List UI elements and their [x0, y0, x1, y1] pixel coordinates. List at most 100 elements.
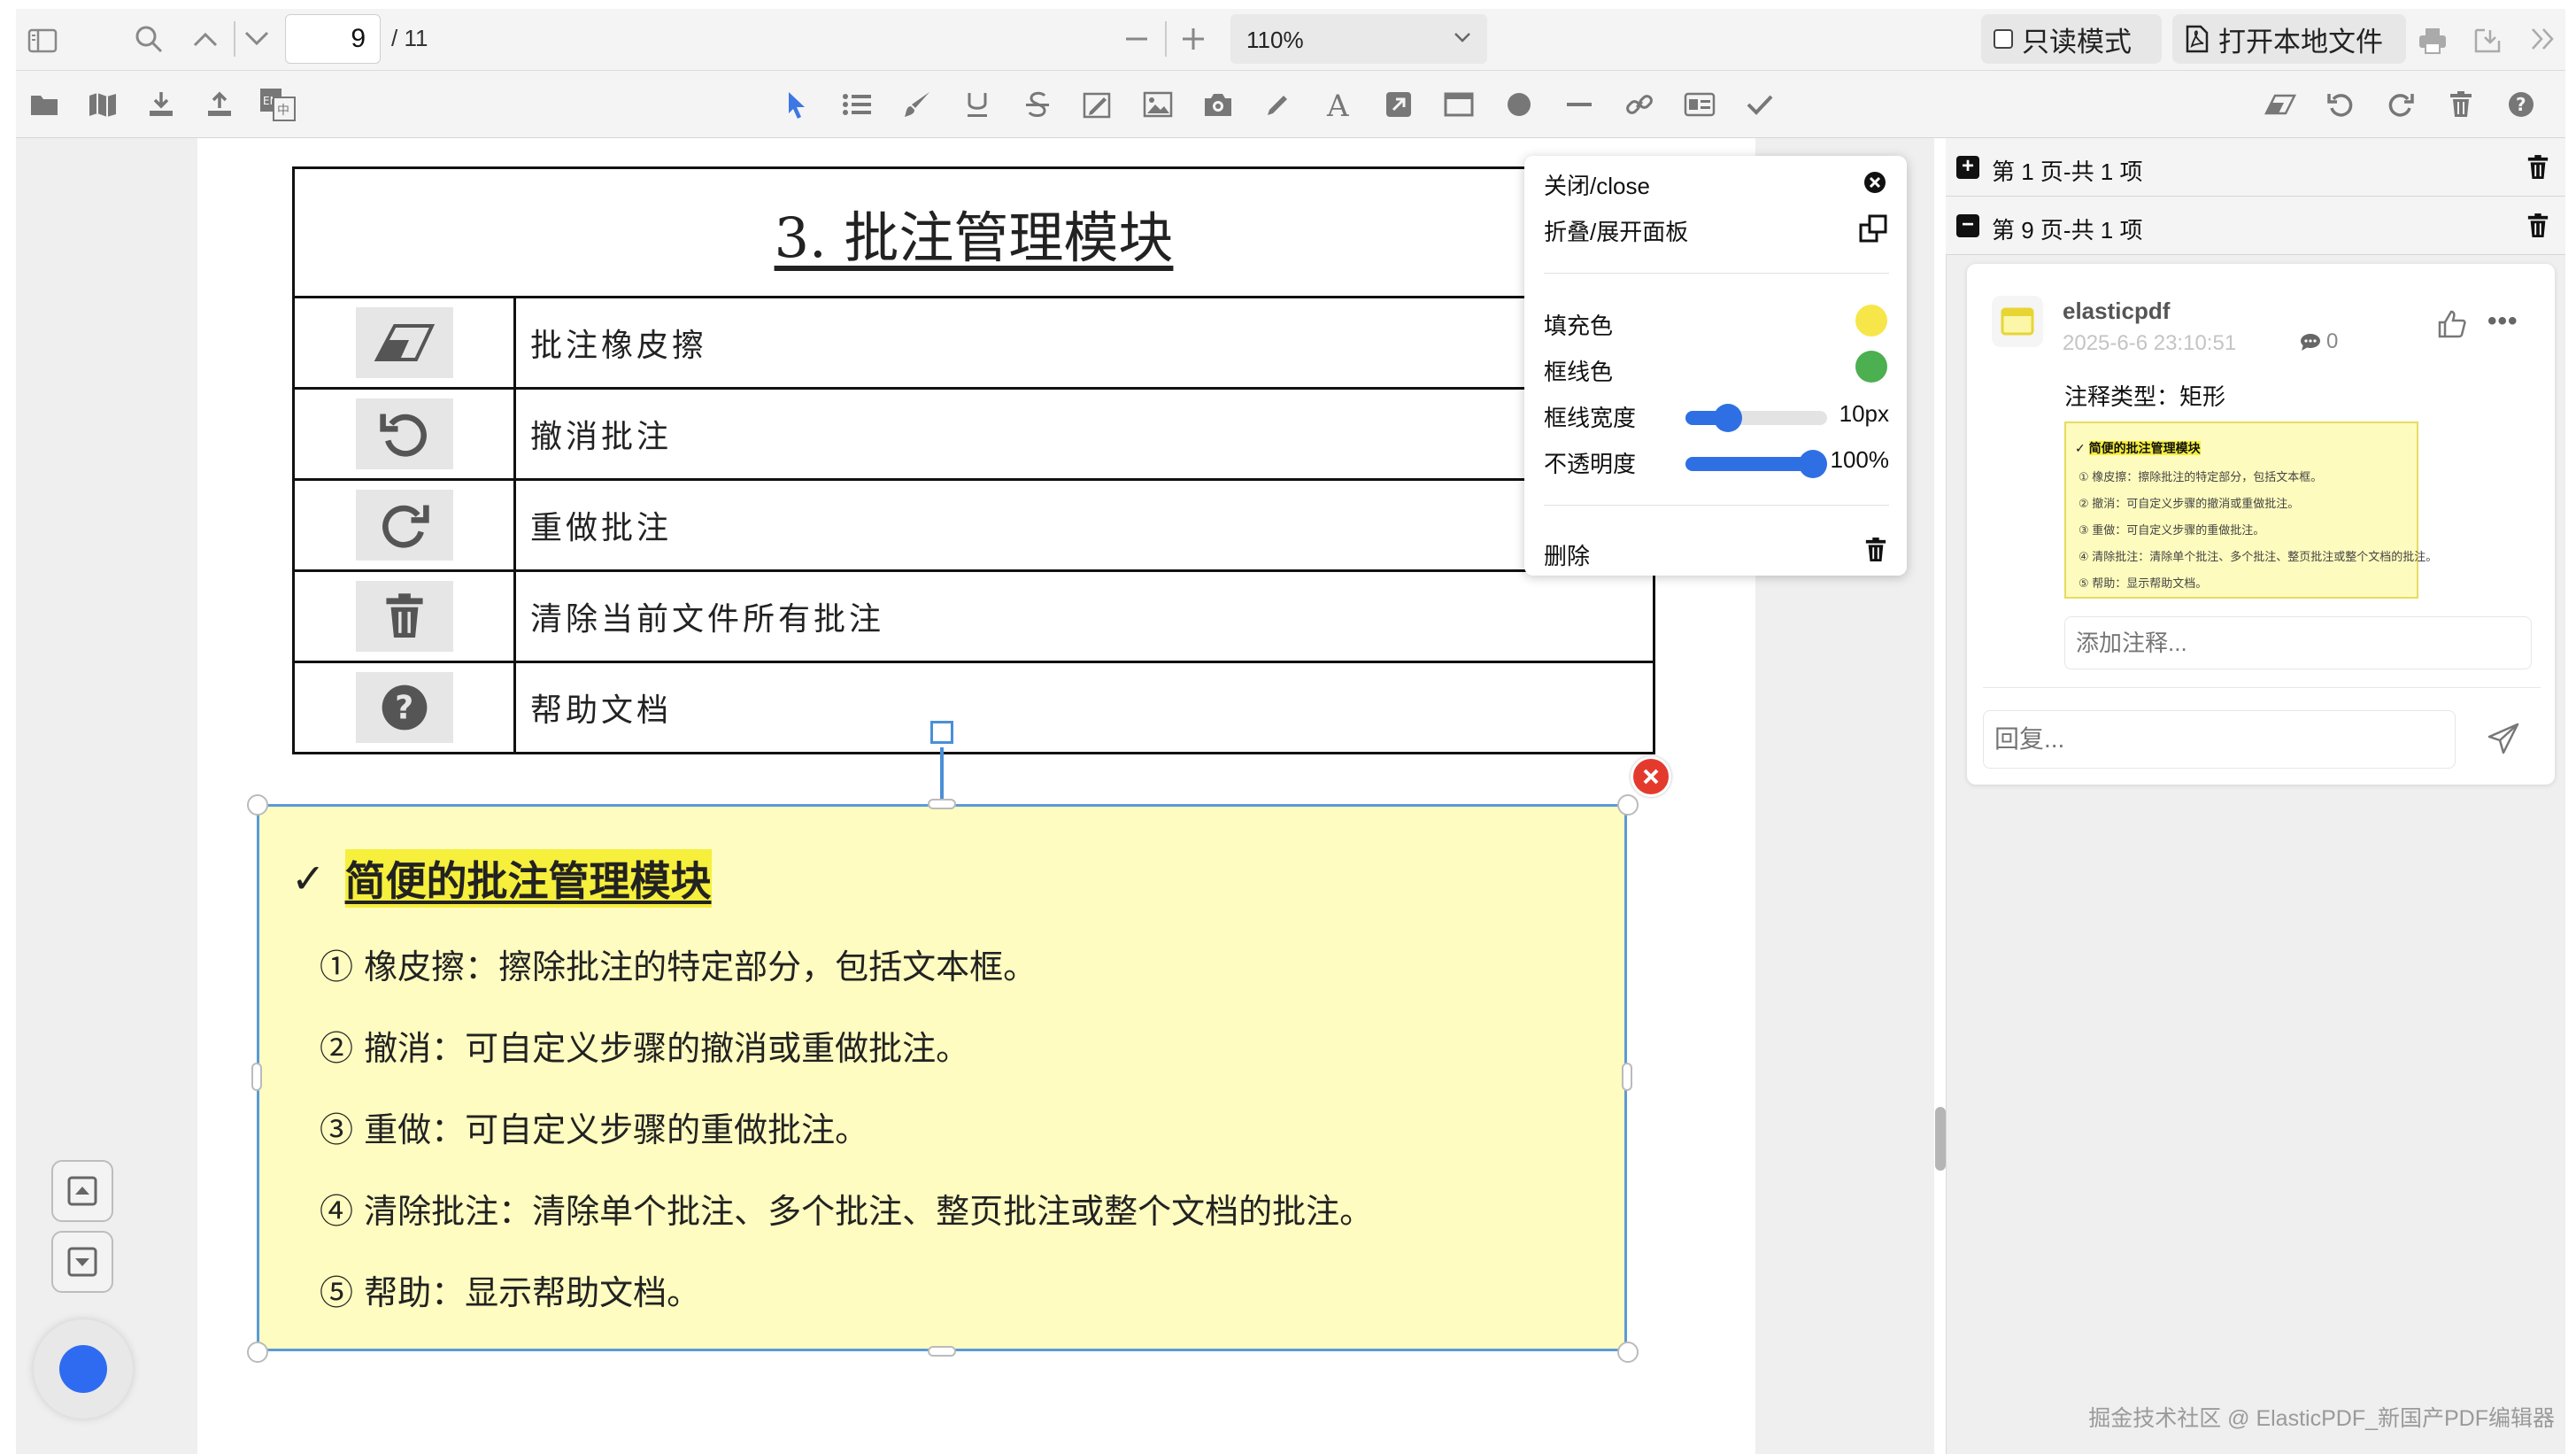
open-local-file-button[interactable]: 打开本地文件: [2172, 14, 2406, 64]
cursor-select-icon[interactable]: [777, 85, 816, 124]
pencil-icon[interactable]: [1259, 85, 1298, 124]
fill-color-swatch[interactable]: [1855, 305, 1887, 336]
circle-icon[interactable]: [1500, 85, 1539, 124]
annotation-properties-popup: 关闭/close 折叠/展开面板 填充色 框线色 框线宽度 10px 不透明度 …: [1524, 156, 1907, 576]
line-icon[interactable]: [1560, 85, 1599, 124]
open-local-label: 打开本地文件: [2218, 26, 2383, 58]
svg-text:?: ?: [2516, 94, 2526, 115]
slider-knob[interactable]: [1714, 404, 1742, 432]
image-icon[interactable]: [1138, 85, 1177, 124]
translate-icon[interactable]: EN 中: [258, 85, 297, 124]
add-note-input[interactable]: [2064, 616, 2532, 669]
popup-divider: [1544, 505, 1889, 506]
scroll-down-button[interactable]: [51, 1231, 113, 1293]
opacity-slider[interactable]: [1685, 450, 1827, 478]
brush-icon[interactable]: [898, 85, 937, 124]
expand-icon[interactable]: +: [1956, 156, 1979, 179]
download-tray-icon[interactable]: [142, 85, 181, 124]
underline-icon[interactable]: [958, 85, 997, 124]
download-icon[interactable]: [2468, 21, 2507, 60]
check-mark: ✓: [291, 855, 326, 902]
eraser-icon[interactable]: [2261, 85, 2300, 124]
search-icon[interactable]: [131, 21, 166, 57]
row-label: 重做批注: [513, 478, 1655, 572]
signature-icon[interactable]: [1078, 85, 1117, 124]
print-icon[interactable]: [2413, 21, 2452, 60]
pdf-file-icon: [2186, 25, 2209, 53]
collapse-panel-icon[interactable]: [1859, 214, 1887, 243]
resize-handle-left[interactable]: [251, 1063, 262, 1091]
toolbar-divider: [1165, 21, 1167, 57]
camera-icon[interactable]: [1199, 85, 1238, 124]
resize-handle-top-right[interactable]: [1617, 794, 1639, 816]
zoom-select[interactable]: 110%: [1230, 14, 1487, 64]
strikethrough-icon[interactable]: [1018, 85, 1057, 124]
delete-label[interactable]: 删除: [1544, 538, 1590, 571]
reply-input[interactable]: [1983, 710, 2456, 769]
collapse-icon[interactable]: −: [1956, 214, 1979, 237]
more-tools-icon[interactable]: [2525, 21, 2560, 57]
send-icon[interactable]: [2486, 721, 2521, 756]
zoom-in-icon[interactable]: [1176, 21, 1211, 57]
page-section-header[interactable]: − 第 9 页-共 1 项: [1946, 197, 2565, 255]
resize-handle-right[interactable]: [1622, 1063, 1632, 1091]
scroll-up-button[interactable]: [51, 1160, 113, 1222]
resize-handle-bottom-right[interactable]: [1617, 1342, 1639, 1363]
annotation-title-text: 简便的批注管理模块: [344, 849, 712, 908]
trash-icon[interactable]: [2526, 213, 2549, 239]
prev-page-icon[interactable]: [188, 21, 223, 57]
annotation-timestamp: 2025-6-6 23:10:51: [2063, 331, 2237, 355]
rectangle-annotation[interactable]: ✓ 简便的批注管理模块 ① 橡皮擦：擦除批注的特定部分，包括文本框。 ② 撤消：…: [257, 804, 1627, 1351]
popup-close-label[interactable]: 关闭/close: [1544, 168, 1650, 201]
rotate-handle[interactable]: [930, 721, 953, 744]
floating-action-button[interactable]: [34, 1319, 133, 1419]
trash-icon[interactable]: [2441, 85, 2480, 124]
close-circle-icon[interactable]: [1863, 170, 1887, 195]
annotation-line: ③ 重做：可自定义步骤的重做批注。: [320, 1110, 869, 1149]
toolbar-divider: [234, 21, 235, 57]
more-options-icon[interactable]: •••: [2487, 306, 2518, 336]
stroke-color-swatch[interactable]: [1855, 351, 1887, 383]
thumbnail-line: ① 橡皮擦：擦除批注的特定部分，包括文本框。: [2079, 470, 2323, 483]
id-card-icon[interactable]: [1680, 85, 1719, 124]
readonly-mode-toggle[interactable]: 只读模式: [1981, 14, 2162, 64]
readonly-checkbox[interactable]: [1994, 29, 2013, 49]
zoom-out-icon[interactable]: [1119, 21, 1154, 57]
thumbs-up-icon[interactable]: [2436, 308, 2468, 340]
scrollbar-thumb[interactable]: [1935, 1107, 1946, 1171]
resize-handle-top[interactable]: [928, 799, 956, 809]
map-icon[interactable]: [83, 85, 122, 124]
folder-icon[interactable]: [25, 85, 64, 124]
list-icon[interactable]: [837, 85, 876, 124]
stroke-width-slider[interactable]: [1685, 404, 1827, 432]
undo-icon: [355, 398, 453, 469]
upload-tray-icon[interactable]: [200, 85, 239, 124]
row-label: 清除当前文件所有批注: [513, 569, 1655, 663]
slider-knob[interactable]: [1799, 450, 1827, 478]
arrow-box-icon[interactable]: [1379, 85, 1418, 124]
checkmark-icon[interactable]: [1740, 85, 1779, 124]
popup-fold-label[interactable]: 折叠/展开面板: [1544, 214, 1688, 247]
page-total: / 11: [391, 25, 428, 51]
next-page-icon[interactable]: [239, 21, 274, 57]
table-row: ? 帮助文档: [292, 661, 1655, 754]
undo-icon[interactable]: [2321, 85, 2360, 124]
help-icon[interactable]: ?: [2502, 85, 2541, 124]
top-toolbar: / 11 110% 只读模式 打开本地文件: [16, 9, 2565, 71]
sidebar-toggle-icon[interactable]: [25, 23, 60, 58]
resize-handle-top-left[interactable]: [247, 794, 268, 816]
comment-count-value: 0: [2326, 329, 2339, 353]
trash-icon[interactable]: [2526, 154, 2549, 181]
rectangle-icon[interactable]: [1439, 85, 1478, 124]
text-icon[interactable]: A: [1319, 85, 1358, 124]
resize-handle-bottom[interactable]: [928, 1346, 956, 1357]
page-number-input[interactable]: [285, 14, 381, 64]
link-icon[interactable]: [1620, 85, 1659, 124]
page-section-header[interactable]: + 第 1 页-共 1 项: [1946, 138, 2565, 197]
comment-icon: [2301, 334, 2320, 351]
annotation-thumbnail[interactable]: ✓ 简便的批注管理模块 ① 橡皮擦：擦除批注的特定部分，包括文本框。 ② 撤消：…: [2064, 422, 2437, 599]
trash-icon[interactable]: [1864, 537, 1887, 563]
redo-icon[interactable]: [2381, 85, 2420, 124]
delete-annotation-button[interactable]: [1631, 756, 1671, 797]
resize-handle-bottom-left[interactable]: [247, 1342, 268, 1363]
